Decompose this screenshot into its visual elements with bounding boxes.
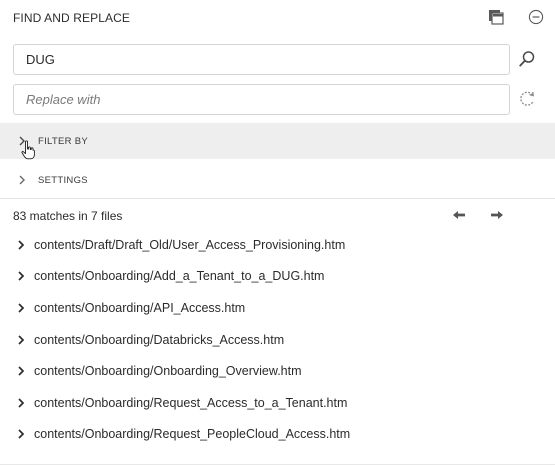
panel-title: FIND AND REPLACE [13,11,130,25]
filter-by-label: FILTER BY [38,135,89,147]
search-icon[interactable] [515,47,539,71]
chevron-right-icon[interactable] [17,366,27,376]
arrow-left-icon[interactable] [450,207,468,223]
chevron-right-icon[interactable] [17,271,27,281]
result-file-path: contents/Onboarding/Request_PeopleCloud_… [34,427,351,442]
result-file-path: contents/Onboarding/Request_Access_to_a_… [34,395,348,410]
result-file-path: contents/Onboarding/Onboarding_Overview.… [34,364,302,379]
chevron-right-icon[interactable] [17,303,27,313]
result-file-path: contents/Onboarding/Add_a_Tenant_to_a_DU… [34,269,325,284]
result-file-row[interactable]: contents/Draft/Draft_Old/User_Access_Pro… [0,229,555,261]
result-file-row[interactable]: contents/Onboarding/Onboarding_Overview.… [0,355,555,387]
find-input[interactable] [14,45,509,74]
chevron-right-icon [18,136,28,146]
result-file-row[interactable]: contents/Onboarding/Add_a_Tenant_to_a_DU… [0,261,555,293]
replace-refresh-icon[interactable] [515,87,539,111]
chevron-right-icon [18,175,28,185]
result-file-row[interactable]: contents/Onboarding/Request_PeopleCloud_… [0,419,555,451]
result-file-path: contents/Onboarding/Databricks_Access.ht… [34,332,285,347]
chevron-right-icon[interactable] [17,429,27,439]
dock-panel-icon[interactable] [485,6,507,28]
find-field[interactable] [13,44,510,75]
filter-by-section[interactable]: FILTER BY [0,123,555,159]
divider [0,464,555,465]
settings-label: SETTINGS [38,174,88,186]
arrow-right-icon[interactable] [488,207,506,223]
result-file-row[interactable]: contents/Onboarding/API_Access.htm [0,292,555,324]
more-options-icon[interactable] [525,6,547,28]
result-file-path: contents/Draft/Draft_Old/User_Access_Pro… [34,237,346,252]
replace-input[interactable] [14,85,509,114]
divider [0,198,555,199]
match-summary: 83 matches in 7 files [13,209,123,223]
settings-section[interactable]: SETTINGS [0,162,555,198]
result-file-row[interactable]: contents/Onboarding/Request_Access_to_a_… [0,387,555,419]
result-file-path: contents/Onboarding/API_Access.htm [34,300,246,315]
chevron-right-icon[interactable] [17,398,27,408]
result-file-row[interactable]: contents/Onboarding/Databricks_Access.ht… [0,324,555,356]
panel-header: FIND AND REPLACE [0,0,555,36]
chevron-right-icon[interactable] [17,334,27,345]
chevron-right-icon[interactable] [17,240,27,250]
replace-field[interactable] [13,84,510,115]
results-list: contents/Draft/Draft_Old/User_Access_Pro… [0,229,555,450]
